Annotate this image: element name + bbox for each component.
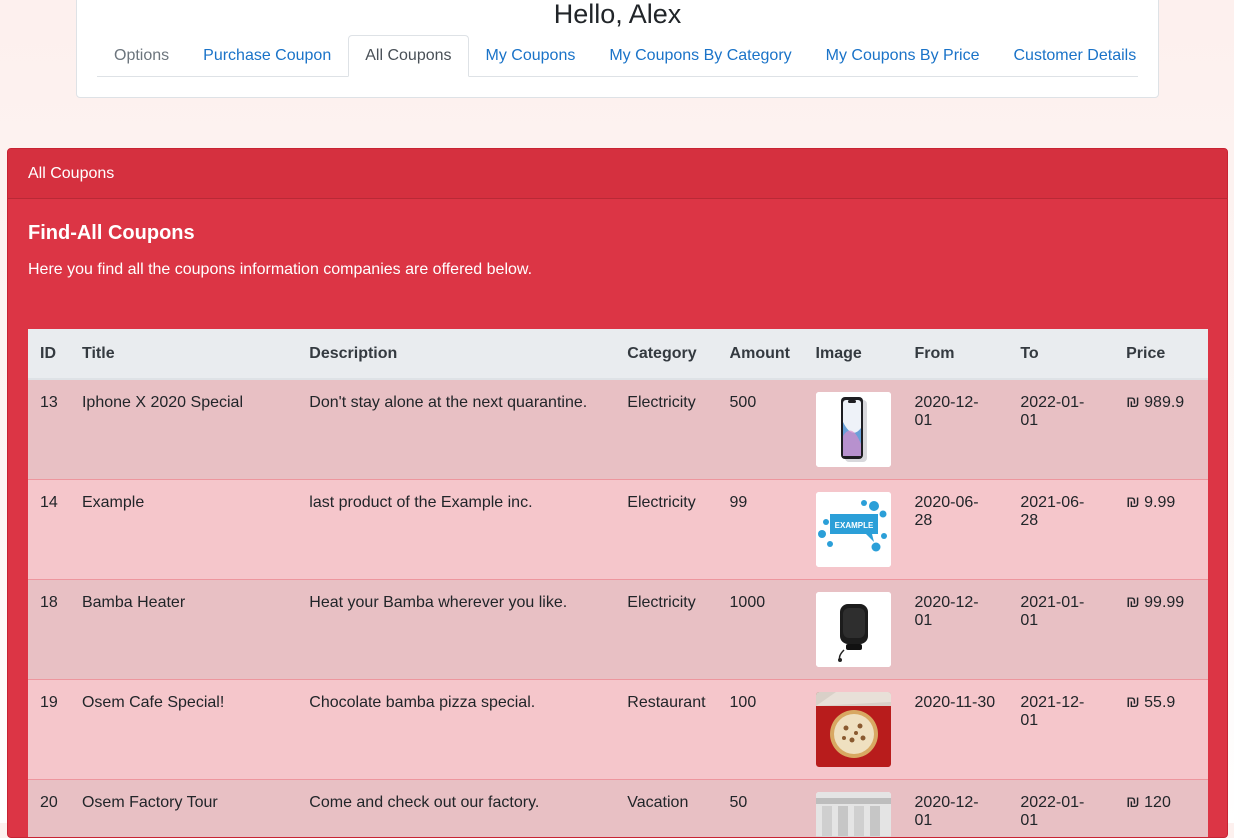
- cell-amount: 99: [718, 479, 804, 579]
- cell-price: ₪ 120: [1114, 779, 1208, 838]
- cell-description: Don't stay alone at the next quarantine.: [297, 379, 615, 479]
- cell-from: 2020-12-01: [903, 579, 1009, 679]
- cell-category: Restaurant: [615, 679, 717, 779]
- table-row[interactable]: 19 Osem Cafe Special! Chocolate bamba pi…: [28, 679, 1208, 779]
- greeting-title: Hello, Alex: [77, 0, 1158, 33]
- tab-customer-details[interactable]: Customer Details: [997, 35, 1154, 77]
- column-header: From: [903, 329, 1009, 379]
- column-header: Category: [615, 329, 717, 379]
- cell-description: Heat your Bamba wherever you like.: [297, 579, 615, 679]
- table-row[interactable]: 20 Osem Factory Tour Come and check out …: [28, 779, 1208, 838]
- phone-image: [816, 392, 891, 467]
- cell-category: Electricity: [615, 479, 717, 579]
- cell-amount: 1000: [718, 579, 804, 679]
- factory-image: [816, 792, 891, 838]
- example-logo-image: EXAMPLE: [816, 492, 891, 567]
- cell-id: 18: [28, 579, 70, 679]
- column-header: Title: [70, 329, 297, 379]
- cell-amount: 500: [718, 379, 804, 479]
- tab-my-coupons-by-price[interactable]: My Coupons By Price: [809, 35, 997, 77]
- tab-all-coupons[interactable]: All Coupons: [348, 35, 468, 77]
- cell-image: [804, 379, 903, 479]
- cell-title: Osem Factory Tour: [70, 779, 297, 838]
- cell-image: [804, 579, 903, 679]
- cell-to: 2022-01-01: [1008, 779, 1114, 838]
- cell-price: ₪ 55.9: [1114, 679, 1208, 779]
- table-header-row: ID Title Description Category Amount Ima…: [28, 329, 1208, 379]
- cell-image: EXAMPLE: [804, 479, 903, 579]
- tab-purchase-coupon[interactable]: Purchase Coupon: [186, 35, 348, 77]
- cell-title: Osem Cafe Special!: [70, 679, 297, 779]
- cell-to: 2021-06-28: [1008, 479, 1114, 579]
- cell-from: 2020-06-28: [903, 479, 1009, 579]
- cell-to: 2021-01-01: [1008, 579, 1114, 679]
- column-header: To: [1008, 329, 1114, 379]
- coupons-panel: All Coupons Find-All Coupons Here you fi…: [7, 148, 1228, 838]
- cell-category: Electricity: [615, 579, 717, 679]
- tab-options[interactable]: Options: [97, 35, 186, 77]
- column-header: Description: [297, 329, 615, 379]
- table-row[interactable]: 18 Bamba Heater Heat your Bamba wherever…: [28, 579, 1208, 679]
- nav-tabs: Options Purchase Coupon All Coupons My C…: [97, 35, 1138, 77]
- cell-id: 13: [28, 379, 70, 479]
- cell-title: Iphone X 2020 Special: [70, 379, 297, 479]
- column-header: Amount: [718, 329, 804, 379]
- cell-price: ₪ 99.99: [1114, 579, 1208, 679]
- cell-from: 2020-12-01: [903, 379, 1009, 479]
- tab-my-coupons[interactable]: My Coupons: [469, 35, 593, 77]
- tab-my-coupons-by-category[interactable]: My Coupons By Category: [592, 35, 808, 77]
- cell-price: ₪ 9.99: [1114, 479, 1208, 579]
- cell-image: [804, 679, 903, 779]
- cell-id: 14: [28, 479, 70, 579]
- cell-title: Example: [70, 479, 297, 579]
- cell-to: 2022-01-01: [1008, 379, 1114, 479]
- table-row[interactable]: 13 Iphone X 2020 Special Don't stay alon…: [28, 379, 1208, 479]
- cell-description: Come and check out our factory.: [297, 779, 615, 838]
- panel-description: Here you find all the coupons informatio…: [28, 259, 1207, 281]
- panel-body: Find-All Coupons Here you find all the c…: [8, 199, 1227, 301]
- pizza-image: [816, 692, 891, 767]
- heater-image: [816, 592, 891, 667]
- cell-from: 2020-12-01: [903, 779, 1009, 838]
- cell-amount: 100: [718, 679, 804, 779]
- cell-amount: 50: [718, 779, 804, 838]
- table-row[interactable]: 14 Example last product of the Example i…: [28, 479, 1208, 579]
- cell-price: ₪ 989.9: [1114, 379, 1208, 479]
- cell-from: 2020-11-30: [903, 679, 1009, 779]
- column-header: Price: [1114, 329, 1208, 379]
- cell-id: 20: [28, 779, 70, 838]
- example-logo-text: EXAMPLE: [834, 521, 873, 530]
- coupons-table: ID Title Description Category Amount Ima…: [28, 329, 1208, 838]
- cell-description: Chocolate bamba pizza special.: [297, 679, 615, 779]
- panel-title: Find-All Coupons: [28, 219, 1207, 247]
- cell-title: Bamba Heater: [70, 579, 297, 679]
- column-header: Image: [804, 329, 903, 379]
- cell-to: 2021-12-01: [1008, 679, 1114, 779]
- cell-category: Vacation: [615, 779, 717, 838]
- cell-category: Electricity: [615, 379, 717, 479]
- cell-description: last product of the Example inc.: [297, 479, 615, 579]
- cell-id: 19: [28, 679, 70, 779]
- panel-header: All Coupons: [8, 149, 1227, 199]
- header-card: Hello, Alex Options Purchase Coupon All …: [76, 0, 1159, 98]
- column-header: ID: [28, 329, 70, 379]
- cell-image: [804, 779, 903, 838]
